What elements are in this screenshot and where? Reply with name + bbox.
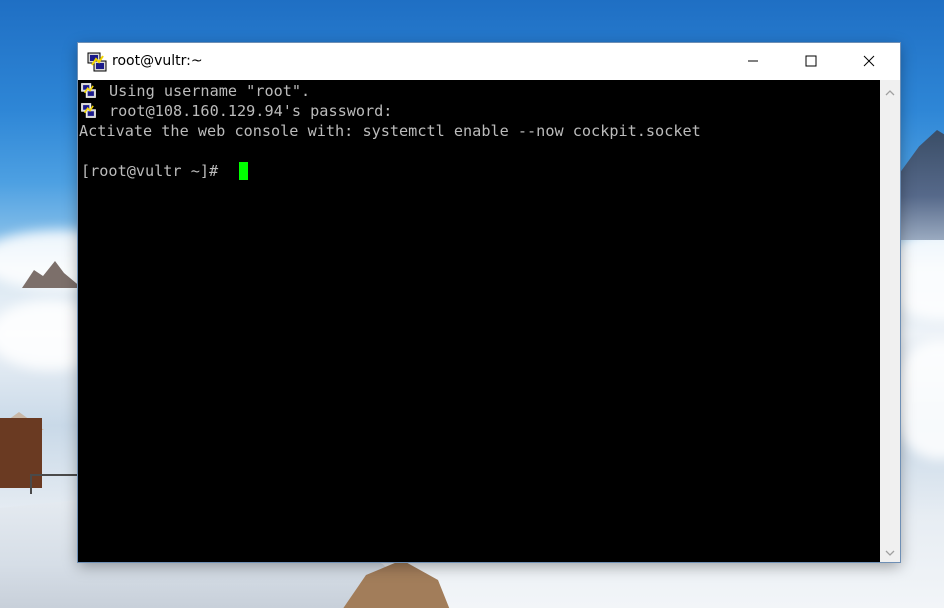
- putty-icon[interactable]: [86, 51, 108, 73]
- maximize-button[interactable]: [788, 43, 834, 80]
- minimize-button[interactable]: [730, 43, 776, 80]
- minimize-icon: [747, 52, 759, 71]
- vertical-scrollbar[interactable]: [880, 80, 900, 562]
- terminal-prompt: [root@vultr ~]#: [81, 162, 228, 180]
- terminal-line: Using username "root".: [109, 82, 311, 100]
- railing: [30, 474, 82, 494]
- scroll-down-arrow-icon: [885, 542, 895, 561]
- window-title: root@vultr:~: [112, 53, 203, 69]
- scroll-down-button[interactable]: [880, 542, 900, 560]
- terminal-area[interactable]: Using username "root". root@108.160.129.…: [78, 80, 880, 562]
- terminal-cursor: [239, 162, 248, 180]
- scroll-up-arrow-icon: [885, 82, 895, 101]
- close-button[interactable]: [846, 43, 892, 80]
- maximize-icon: [805, 52, 817, 71]
- putty-window[interactable]: root@vultr:~ Using username "root". root…: [78, 43, 900, 562]
- terminal-line: Activate the web console with: systemctl…: [79, 122, 701, 140]
- close-icon: [863, 52, 875, 71]
- terminal-line: root@108.160.129.94's password:: [109, 102, 393, 120]
- putty-icon: [80, 82, 97, 99]
- title-bar[interactable]: root@vultr:~: [78, 43, 900, 80]
- scroll-up-button[interactable]: [880, 82, 900, 100]
- mountain-peak: [895, 130, 944, 240]
- putty-icon: [80, 102, 97, 119]
